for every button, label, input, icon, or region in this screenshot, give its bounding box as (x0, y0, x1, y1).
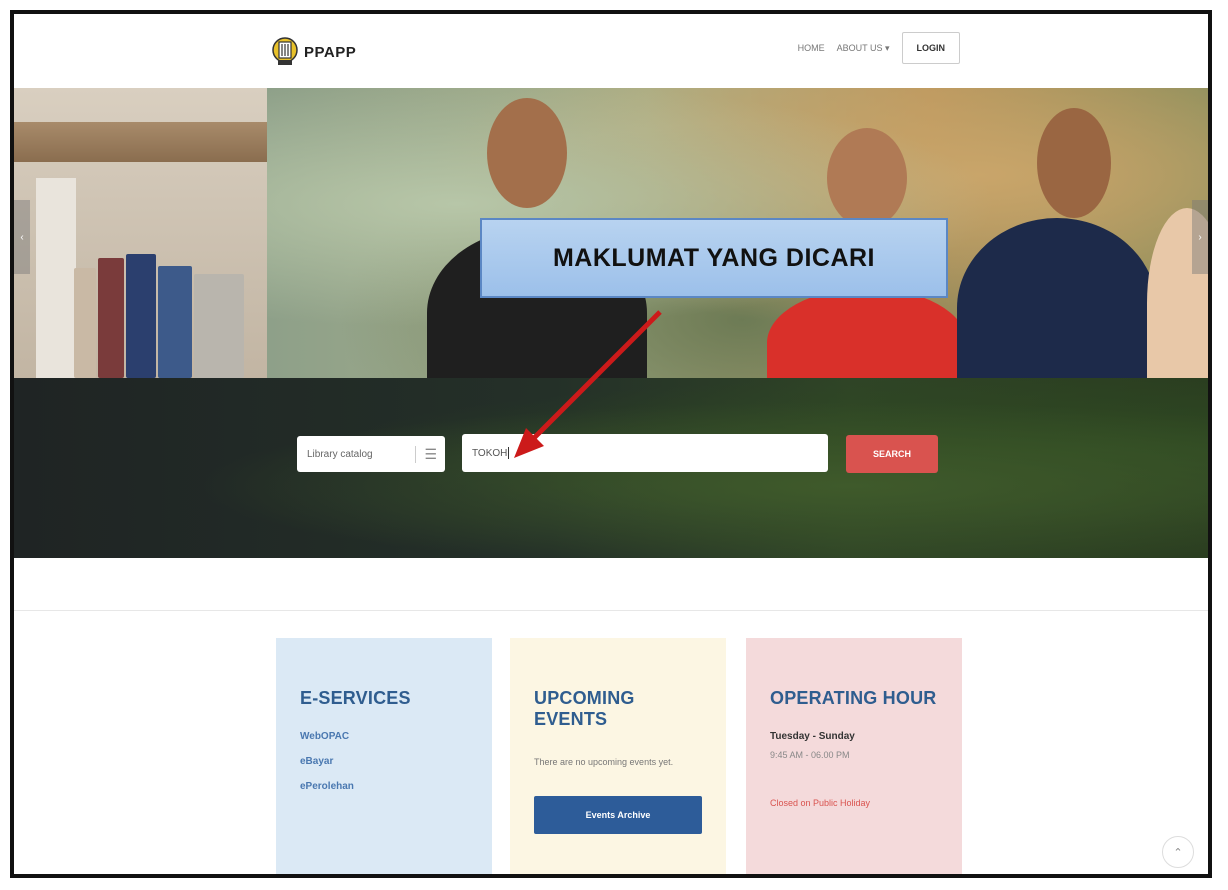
person-head (487, 98, 567, 208)
catalog-select-value: Library catalog (307, 448, 373, 460)
person-head (827, 128, 907, 228)
nav-home[interactable]: HOME (798, 43, 825, 53)
link-webopac[interactable]: WebOPAC (300, 731, 468, 742)
screenshot-frame: PPAPP HOME ABOUT US ▾ LOGIN ‹ › MAKLUMAT… (10, 10, 1212, 878)
chevron-up-icon: ⌃ (1173, 846, 1183, 859)
person (767, 288, 967, 378)
top-navbar: PPAPP HOME ABOUT US ▾ LOGIN (14, 14, 1208, 88)
closed-note: Closed on Public Holiday (770, 798, 871, 808)
nav-about-us[interactable]: ABOUT US ▾ (837, 43, 890, 54)
section-divider (14, 610, 1208, 611)
logo-text: PPAPP (304, 43, 357, 61)
pillar (36, 178, 76, 378)
link-ebayar[interactable]: eBayar (300, 756, 468, 767)
annotation-callout: MAKLUMAT YANG DICARI (480, 218, 948, 298)
link-eperolehan[interactable]: ePerolehan (300, 781, 468, 792)
book (158, 266, 192, 378)
carousel-next-button[interactable]: › (1192, 200, 1208, 274)
search-input-value: TOKOH (472, 447, 508, 459)
eservices-card: E-SERVICES WebOPAC eBayar ePerolehan (276, 638, 492, 874)
upcoming-events-card: UPCOMING EVENTS There are no upcoming ev… (510, 638, 726, 874)
book (126, 254, 156, 378)
search-button[interactable]: SEARCH (846, 435, 938, 473)
operating-hour-card: OPERATING HOUR Tuesday - Sunday 9:45 AM … (746, 638, 962, 874)
main-nav: HOME ABOUT US ▾ LOGIN (798, 32, 960, 64)
book (74, 268, 96, 378)
carousel-prev-button[interactable]: ‹ (14, 200, 30, 274)
eservices-title: E-SERVICES (300, 688, 411, 708)
book (98, 258, 124, 378)
operating-days: Tuesday - Sunday (770, 731, 855, 742)
menu-icon: ☰ (415, 445, 437, 463)
events-title: UPCOMING EVENTS (534, 688, 635, 729)
events-empty-text: There are no upcoming events yet. (534, 757, 674, 767)
person-head (1037, 108, 1111, 218)
hero-carousel: ‹ › MAKLUMAT YANG DICARI (14, 88, 1208, 378)
shelf (14, 122, 267, 162)
emblem-icon (272, 37, 298, 65)
hours-title: OPERATING HOUR (770, 688, 937, 708)
person (957, 218, 1157, 378)
login-button[interactable]: LOGIN (901, 32, 960, 64)
operating-time: 9:45 AM - 06.00 PM (770, 750, 850, 760)
site-logo[interactable]: PPAPP (272, 36, 356, 68)
bookshelf-image (14, 88, 267, 378)
book (194, 274, 244, 378)
text-caret (508, 447, 510, 459)
info-section: E-SERVICES WebOPAC eBayar ePerolehan UPC… (14, 558, 1208, 874)
scroll-to-top-button[interactable]: ⌃ (1162, 836, 1194, 868)
search-input[interactable]: TOKOH (462, 434, 828, 472)
events-archive-button[interactable]: Events Archive (534, 796, 702, 834)
catalog-select[interactable]: Library catalog ☰ (297, 436, 445, 472)
